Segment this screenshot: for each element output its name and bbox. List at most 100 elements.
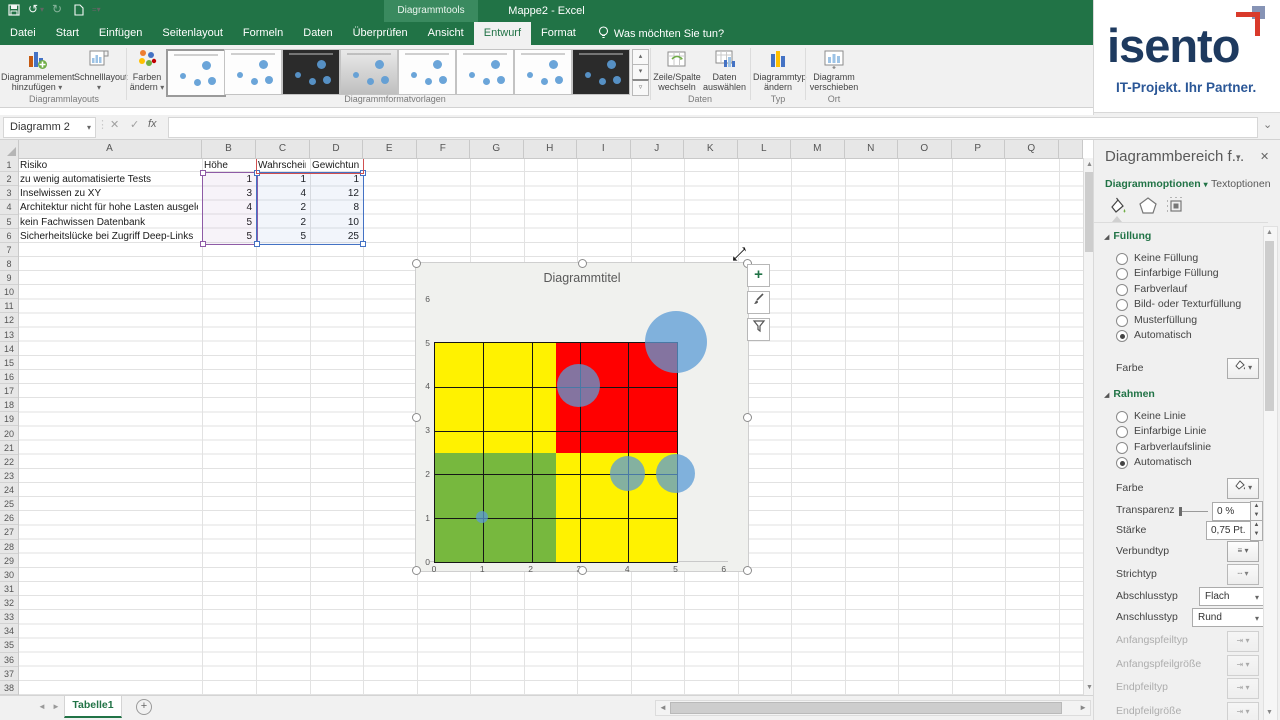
ribbon-tab-überprüfen[interactable]: Überprüfen bbox=[343, 22, 418, 45]
row-header-29[interactable]: 29 bbox=[0, 554, 18, 568]
fill-option-automatisch[interactable]: Automatisch bbox=[1116, 329, 1266, 343]
row-header-19[interactable]: 19 bbox=[0, 412, 18, 426]
formula-input[interactable] bbox=[168, 117, 1258, 138]
border-option-farbverlaufslinie[interactable]: Farbverlaufslinie bbox=[1116, 441, 1266, 455]
gallery-more-button[interactable]: ▿ bbox=[632, 79, 649, 96]
cap-type-select[interactable]: Flach▾ bbox=[1199, 587, 1264, 606]
row-header-18[interactable]: 18 bbox=[0, 398, 18, 412]
sheet-nav-right-icon[interactable]: ► bbox=[52, 702, 60, 711]
chart-style-thumbnail-8[interactable] bbox=[572, 49, 630, 95]
cell-A6[interactable]: Sicherheitslücke bei Zugriff Deep-Links bbox=[20, 230, 198, 243]
border-option-automatisch[interactable]: Automatisch bbox=[1116, 456, 1266, 470]
chart-resize-handle[interactable] bbox=[743, 413, 752, 422]
column-header-K[interactable]: K bbox=[684, 140, 738, 158]
gallery-scroll-down[interactable]: ▾ bbox=[632, 64, 649, 80]
pane-dropdown-icon[interactable]: ▾ bbox=[1236, 152, 1241, 163]
row-header-32[interactable]: 32 bbox=[0, 596, 18, 610]
chart-resize-handle[interactable] bbox=[412, 566, 421, 575]
data-bubble-kein[interactable] bbox=[656, 454, 695, 493]
chart-style-thumbnail-2[interactable] bbox=[224, 49, 282, 95]
join-type-select[interactable]: Rund▾ bbox=[1192, 608, 1264, 627]
row-header-27[interactable]: 27 bbox=[0, 525, 18, 539]
ribbon-tab-seitenlayout[interactable]: Seitenlayout bbox=[152, 22, 233, 45]
new-sheet-button[interactable]: + bbox=[136, 699, 152, 715]
formula-bar-expand-icon[interactable]: ⌄ bbox=[1263, 118, 1272, 131]
pane-scroll-down-icon[interactable]: ▼ bbox=[1264, 707, 1275, 719]
effects-pentagon-icon[interactable] bbox=[1138, 196, 1158, 216]
fill-option-keine-f-llung[interactable]: Keine Füllung bbox=[1116, 252, 1266, 266]
row-header-12[interactable]: 12 bbox=[0, 313, 18, 327]
column-header-partial[interactable] bbox=[1059, 140, 1084, 158]
chart-style-thumbnail-5[interactable] bbox=[398, 49, 456, 95]
row-header-13[interactable]: 13 bbox=[0, 328, 18, 342]
row-header-4[interactable]: 4 bbox=[0, 200, 18, 214]
vertical-scroll-thumb[interactable] bbox=[1085, 172, 1093, 252]
row-header-16[interactable]: 16 bbox=[0, 370, 18, 384]
fill-option-farbverlauf[interactable]: Farbverlauf bbox=[1116, 283, 1266, 297]
ribbon-tab-ansicht[interactable]: Ansicht bbox=[418, 22, 474, 45]
ribbon-tab-format[interactable]: Format bbox=[531, 22, 586, 45]
row-header-33[interactable]: 33 bbox=[0, 610, 18, 624]
row-header-38[interactable]: 38 bbox=[0, 681, 18, 695]
row-header-6[interactable]: 6 bbox=[0, 229, 18, 243]
column-header-A[interactable]: A bbox=[18, 140, 202, 158]
row-header-17[interactable]: 17 bbox=[0, 384, 18, 398]
column-header-N[interactable]: N bbox=[845, 140, 899, 158]
row-header-23[interactable]: 23 bbox=[0, 469, 18, 483]
horizontal-scroll-thumb[interactable] bbox=[670, 702, 1062, 714]
chart-style-thumbnail-1[interactable] bbox=[166, 49, 226, 97]
column-header-F[interactable]: F bbox=[417, 140, 471, 158]
fill-option-bild-oder-texturf-llung[interactable]: Bild- oder Texturfüllung bbox=[1116, 298, 1266, 312]
sheet-nav-left-icon[interactable]: ◄ bbox=[38, 702, 46, 711]
compound-type-dropdown[interactable]: ≡ ▾ bbox=[1227, 541, 1259, 562]
ribbon-tab-start[interactable]: Start bbox=[46, 22, 89, 45]
chart-style-thumbnail-7[interactable] bbox=[514, 49, 572, 95]
chart-style-thumbnail-6[interactable] bbox=[456, 49, 514, 95]
data-bubble-Architektur[interactable] bbox=[610, 456, 645, 491]
row-header-9[interactable]: 9 bbox=[0, 271, 18, 285]
row-header-10[interactable]: 10 bbox=[0, 285, 18, 299]
horizontal-scrollbar[interactable]: ◄ ► bbox=[655, 700, 1091, 716]
chart-elements-button[interactable]: + bbox=[747, 264, 770, 287]
enter-icon[interactable]: ✓ bbox=[130, 118, 139, 131]
row-header-30[interactable]: 30 bbox=[0, 568, 18, 582]
pane-scroll-thumb[interactable] bbox=[1265, 241, 1274, 411]
cell-B1[interactable]: Höhe bbox=[204, 159, 252, 172]
transparency-value[interactable]: 0 % bbox=[1212, 502, 1252, 521]
row-header-36[interactable]: 36 bbox=[0, 653, 18, 667]
dash-type-dropdown[interactable]: ┄ ▾ bbox=[1227, 564, 1259, 585]
pane-close-icon[interactable]: ✕ bbox=[1260, 150, 1269, 163]
chart-resize-handle[interactable] bbox=[578, 259, 587, 268]
tell-me-box[interactable]: Was möchten Sie tun? bbox=[586, 22, 724, 45]
fill-bucket-icon[interactable] bbox=[1108, 196, 1128, 216]
column-header-L[interactable]: L bbox=[738, 140, 792, 158]
column-header-P[interactable]: P bbox=[952, 140, 1006, 158]
transparency-spinner[interactable]: ▲▼ bbox=[1250, 501, 1263, 522]
chart-style-thumbnail-4[interactable] bbox=[340, 49, 398, 95]
name-box[interactable]: Diagramm 2 ▾ bbox=[3, 117, 96, 138]
data-bubble-Sicherheitslücke[interactable] bbox=[645, 311, 707, 373]
ribbon-tab-einfügen[interactable]: Einfügen bbox=[89, 22, 152, 45]
scroll-left-icon[interactable]: ◄ bbox=[659, 703, 667, 712]
scroll-right-icon[interactable]: ► bbox=[1079, 703, 1087, 712]
column-header-G[interactable]: G bbox=[470, 140, 524, 158]
chart-title[interactable]: Diagrammtitel bbox=[416, 271, 748, 285]
cell-A3[interactable]: Inselwissen zu XY bbox=[20, 187, 198, 200]
column-header-M[interactable]: M bbox=[791, 140, 845, 158]
row-header-37[interactable]: 37 bbox=[0, 667, 18, 681]
border-color-button[interactable]: ▾ bbox=[1227, 478, 1259, 499]
ribbon-tab-daten[interactable]: Daten bbox=[293, 22, 342, 45]
cell-A2[interactable]: zu wenig automatisierte Tests bbox=[20, 173, 198, 186]
chart-filter-button[interactable] bbox=[747, 318, 770, 341]
column-header-O[interactable]: O bbox=[898, 140, 952, 158]
weight-value[interactable]: 0,75 Pt. bbox=[1206, 521, 1252, 540]
weight-spinner[interactable]: ▲▼ bbox=[1250, 520, 1263, 541]
column-header-B[interactable]: B bbox=[202, 140, 256, 158]
row-header-14[interactable]: 14 bbox=[0, 342, 18, 356]
row-header-3[interactable]: 3 bbox=[0, 186, 18, 200]
tab-text-options[interactable]: Textoptionen bbox=[1211, 178, 1271, 190]
cancel-icon[interactable]: ✕ bbox=[110, 118, 119, 131]
cell-A1[interactable]: Risiko bbox=[20, 159, 198, 172]
chart-resize-handle[interactable] bbox=[412, 259, 421, 268]
sheet-tab-tabelle1[interactable]: Tabelle1 bbox=[64, 696, 122, 718]
